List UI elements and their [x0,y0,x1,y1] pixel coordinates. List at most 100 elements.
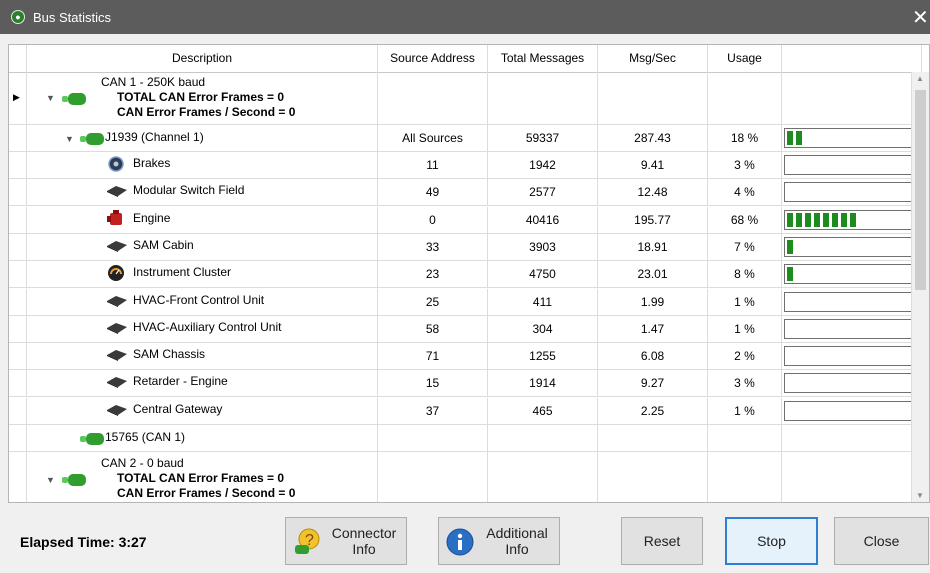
device-row[interactable]: SAM Chassis 71 1255 6.08 2 % [9,343,922,370]
can1-description: ▼ CAN 1 - 250K baud TOTAL CAN Error Fram… [27,72,378,124]
device-total-messages: 3903 [529,240,556,254]
usage-bar [784,401,917,421]
device-row[interactable]: Central Gateway 37 465 2.25 1 % [9,398,922,425]
device-description: Central Gateway [27,398,378,424]
device-usage: 4 % [734,185,755,199]
connector-info-button[interactable]: ? Connector Info [285,517,407,565]
usage-bar-segment [787,213,793,227]
row-selector [9,207,27,233]
can2-rate [598,452,708,502]
usage-bar-segment [850,213,856,227]
device-source-address: 58 [425,322,440,336]
device-row[interactable]: SAM Cabin 33 3903 18.91 7 % [9,234,922,261]
device-row[interactable]: Brakes 11 1942 9.41 3 % [9,152,922,179]
device-msg-per-sec: 6.08 [640,349,665,363]
can1-usage [708,72,782,124]
usage-bar [784,210,917,230]
device-source-address: 15 [425,376,440,390]
device-usage: 8 % [734,267,755,281]
vertical-scrollbar[interactable]: ▲ ▼ [911,72,929,502]
additional-info-button[interactable]: Additional Info [438,517,560,565]
device-bar-cell [782,370,922,396]
device-description: Retarder - Engine [27,370,378,396]
header-msg-per-sec[interactable]: Msg/Sec [598,45,708,72]
device-row[interactable]: Retarder - Engine 15 1914 9.27 3 % [9,370,922,397]
ecu-module-icon [107,349,127,361]
device-usage: 1 % [734,404,755,418]
device-name: Modular Switch Field [133,183,245,197]
device-row[interactable]: Instrument Cluster 23 4750 23.01 8 % [9,261,922,288]
header-total-messages[interactable]: Total Messages [488,45,598,72]
device-msg-per-sec: 12.48 [637,185,668,199]
device-total-messages: 1942 [529,158,556,172]
window-title: Bus Statistics [33,10,112,25]
grid-header: Description Source Address Total Message… [9,45,922,73]
j1939-row[interactable]: ▼ J1939 (Channel 1) All Sources 59337 28… [9,125,922,152]
header-usage[interactable]: Usage [708,45,782,72]
collapse-caret-icon[interactable]: ▼ [65,134,74,144]
device-usage: 1 % [734,295,755,309]
can15765-description: 15765 (CAN 1) [27,425,378,451]
device-row[interactable]: Engine 0 40416 195.77 68 % [9,207,922,234]
row-selector [9,452,27,502]
can15765-row[interactable]: 15765 (CAN 1) [9,425,922,452]
close-button[interactable]: Close [834,517,929,565]
can2-bar [782,452,922,502]
device-row[interactable]: HVAC-Auxiliary Control Unit 58 304 1.47 1 % [9,316,922,343]
device-name: Instrument Cluster [133,265,232,279]
reset-button[interactable]: Reset [621,517,703,565]
device-total-messages: 2577 [529,185,556,199]
header-source-address[interactable]: Source Address [378,45,488,72]
can2-error-frames: TOTAL CAN Error Frames = 0 [117,471,285,485]
header-description[interactable]: Description [27,45,378,72]
usage-bar-segment [787,131,793,145]
scroll-thumb[interactable] [915,90,926,290]
device-msg-per-sec: 9.27 [640,376,665,390]
usage-bar-segment [832,213,838,227]
can1-row[interactable]: ▶ ▼ CAN 1 - 250K baud TOTAL CAN Error Fr… [9,72,922,125]
info-icon [446,528,474,556]
j1939-rate: 287.43 [634,131,671,145]
device-source-address: 0 [429,213,436,227]
can2-row[interactable]: ▼ CAN 2 - 0 baud TOTAL CAN Error Frames … [9,452,922,502]
connector-info-label: Connector Info [331,525,397,557]
j1939-bar-cell [782,125,922,151]
device-total-messages: 40416 [525,213,560,227]
can15765-name: 15765 (CAN 1) [105,430,186,444]
device-row[interactable]: HVAC-Front Control Unit 25 411 1.99 1 % [9,289,922,316]
device-bar-cell [782,179,922,205]
device-bar-cell [782,289,922,315]
ecu-module-icon [107,185,127,197]
scroll-up-icon[interactable]: ▲ [916,74,924,83]
j1939-total: 59337 [525,131,560,145]
usage-bar [784,373,917,393]
j1939-name: J1939 (Channel 1) [105,130,204,144]
device-description: HVAC-Front Control Unit [27,289,378,315]
engine-icon [107,210,125,225]
connector-question-icon: ? [295,528,320,554]
row-selector [9,289,27,315]
close-window-button[interactable]: ✕ [912,5,929,30]
row-selector [9,398,27,424]
device-description: SAM Chassis [27,343,378,369]
row-selector [9,234,27,260]
row-selector [9,316,27,342]
row-selector [9,179,27,205]
device-description: Engine [27,207,378,233]
collapse-caret-icon[interactable]: ▼ [46,93,55,103]
device-name: Engine [133,211,171,225]
header-selector [9,45,27,72]
stop-button[interactable]: Stop [725,517,818,565]
device-total-messages: 304 [532,322,553,336]
device-source-address: 25 [425,295,440,309]
can2-src [378,452,488,502]
device-name: Brakes [133,156,171,170]
device-total-messages: 411 [532,295,553,309]
device-row[interactable]: Modular Switch Field 49 2577 12.48 4 % [9,179,922,206]
scroll-down-icon[interactable]: ▼ [916,491,924,500]
usage-bar-segment [805,213,811,227]
row-selector [9,343,27,369]
can2-error-rate: CAN Error Frames / Second = 0 [117,486,296,500]
device-name: Retarder - Engine [133,374,228,388]
collapse-caret-icon[interactable]: ▼ [46,475,55,485]
